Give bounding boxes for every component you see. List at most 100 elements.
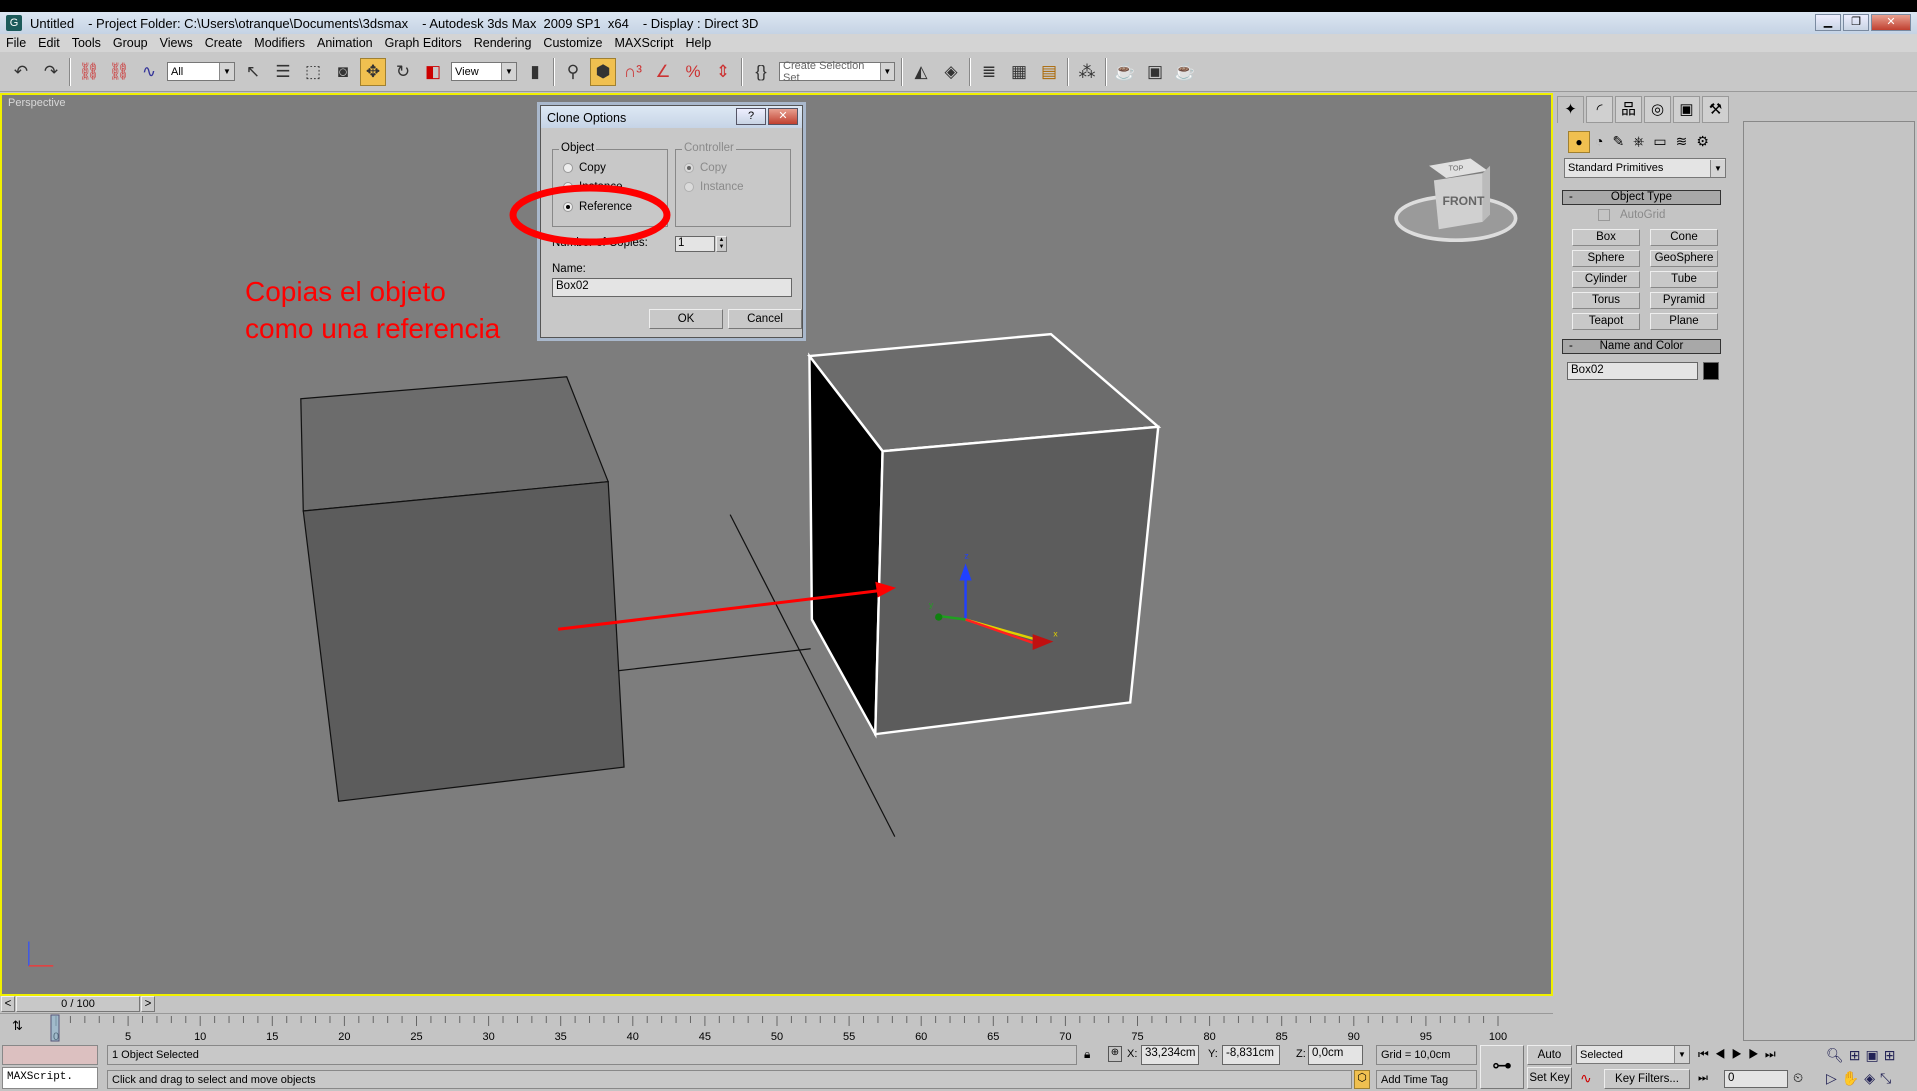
motion-tab-icon[interactable]: ◎: [1644, 96, 1671, 123]
default-tangents-icon[interactable]: ∿: [1580, 1070, 1592, 1087]
z-coordinate-input[interactable]: 0,0cm: [1308, 1045, 1363, 1065]
current-frame-input[interactable]: 0: [1724, 1070, 1788, 1088]
y-coordinate-input[interactable]: -8,831cm: [1222, 1045, 1280, 1065]
torus-button[interactable]: Torus: [1572, 292, 1640, 309]
pyramid-button[interactable]: Pyramid: [1650, 292, 1718, 309]
cancel-button[interactable]: Cancel: [728, 309, 802, 329]
redo-icon[interactable]: ↷: [38, 58, 64, 86]
select-and-scale-icon[interactable]: ◧: [420, 58, 446, 86]
time-slider-prev[interactable]: <: [1, 996, 15, 1012]
tube-button[interactable]: Tube: [1650, 271, 1718, 288]
track-bar[interactable]: ⇅ 05101520253035404550556065707580859095…: [0, 1013, 1553, 1043]
quick-render-icon[interactable]: ☕: [1172, 58, 1198, 86]
copies-input[interactable]: 1: [675, 236, 715, 252]
spinner-snap-icon[interactable]: ⇕: [710, 58, 736, 86]
ok-button[interactable]: OK: [649, 309, 723, 329]
modify-tab-icon[interactable]: ◜: [1586, 96, 1613, 123]
box02-front-face[interactable]: [874, 425, 1160, 736]
select-and-rotate-icon[interactable]: ↻: [390, 58, 416, 86]
set-key-button[interactable]: Set Key: [1527, 1067, 1572, 1089]
object-name-input[interactable]: Box02: [1567, 362, 1698, 380]
utilities-tab-icon[interactable]: ⚒: [1702, 96, 1729, 123]
cone-button[interactable]: Cone: [1650, 229, 1718, 246]
menu-tools[interactable]: Tools: [66, 36, 107, 50]
layer-manager-icon[interactable]: ≣: [976, 58, 1002, 86]
time-slider-next[interactable]: >: [141, 996, 155, 1012]
menu-maxscript[interactable]: MAXScript: [608, 36, 679, 50]
time-configuration-icon[interactable]: ⏲: [1793, 1070, 1803, 1086]
key-mode-dropdown[interactable]: Selected ▼: [1576, 1045, 1690, 1064]
undo-icon[interactable]: ↶: [8, 58, 34, 86]
object-color-swatch[interactable]: [1703, 362, 1719, 380]
category-dropdown[interactable]: Standard Primitives ▼: [1564, 158, 1726, 178]
edit-named-selection-icon[interactable]: {}: [748, 58, 774, 86]
select-and-move-icon[interactable]: ✥: [360, 57, 386, 86]
menu-views[interactable]: Views: [154, 36, 199, 50]
copies-spinner[interactable]: ▲ ▼: [716, 236, 727, 252]
create-tab-icon[interactable]: ✦: [1557, 96, 1584, 123]
viewcube[interactable]: TOP FRONT: [1394, 158, 1518, 243]
close-button[interactable]: ✕: [1871, 14, 1911, 31]
menu-edit[interactable]: Edit: [32, 36, 66, 50]
plane-button[interactable]: Plane: [1650, 313, 1718, 330]
minimize-button[interactable]: ▁: [1815, 14, 1841, 31]
x-coordinate-input[interactable]: 33,234cm: [1141, 1045, 1199, 1065]
absolute-mode-icon[interactable]: ⊕: [1108, 1046, 1122, 1062]
time-tag-icon[interactable]: ⬡: [1354, 1070, 1370, 1089]
select-object-icon[interactable]: ↖: [240, 58, 266, 86]
bind-space-warp-icon[interactable]: ∿: [136, 58, 162, 86]
menu-customize[interactable]: Customize: [537, 36, 608, 50]
window-crossing-icon[interactable]: ◙: [330, 58, 356, 86]
cylinder-button[interactable]: Cylinder: [1572, 271, 1640, 288]
viewport-navigation-controls-2[interactable]: ▷✋◈⤡: [1826, 1070, 1896, 1087]
menu-file[interactable]: File: [0, 36, 32, 50]
selection-filter-dropdown[interactable]: All ▼: [167, 62, 235, 81]
reference-coordinate-dropdown[interactable]: View ▼: [451, 62, 517, 81]
name-input[interactable]: Box02: [552, 278, 792, 297]
mirror-icon[interactable]: ◭: [908, 58, 934, 86]
time-slider-thumb[interactable]: 0 / 100: [16, 996, 140, 1012]
object-type-rollout-header[interactable]: - Object Type: [1562, 190, 1721, 205]
menu-rendering[interactable]: Rendering: [468, 36, 538, 50]
set-key-icon[interactable]: ⊶: [1480, 1045, 1524, 1089]
curve-editor-icon[interactable]: ▦: [1006, 58, 1032, 86]
display-tab-icon[interactable]: ▣: [1673, 96, 1700, 123]
box-button[interactable]: Box: [1572, 229, 1640, 246]
geosphere-button[interactable]: GeoSphere: [1650, 250, 1718, 267]
sphere-button[interactable]: Sphere: [1572, 250, 1640, 267]
object-copy-radio[interactable]: Copy: [563, 162, 606, 174]
add-time-tag-button[interactable]: Add Time Tag: [1376, 1070, 1477, 1089]
menu-animation[interactable]: Animation: [311, 36, 379, 50]
name-color-rollout-header[interactable]: - Name and Color: [1562, 339, 1721, 354]
current-frame-marker[interactable]: [50, 1014, 60, 1042]
pivot-center-icon[interactable]: ▮: [522, 58, 548, 86]
menu-modifiers[interactable]: Modifiers: [248, 36, 311, 50]
maximize-button[interactable]: ❐: [1843, 14, 1869, 31]
unlink-icon[interactable]: ⛓: [106, 58, 132, 86]
link-icon[interactable]: ⛓: [76, 58, 102, 86]
dialog-close-button[interactable]: ✕: [768, 108, 798, 125]
key-mode-toggle-icon[interactable]: ⏭: [1698, 1072, 1708, 1085]
time-slider[interactable]: < 0 / 100 >: [0, 996, 1553, 1013]
help-button[interactable]: ?: [736, 108, 766, 125]
snap-3d-icon[interactable]: ∩³: [620, 58, 646, 86]
key-filters-button[interactable]: Key Filters...: [1604, 1069, 1690, 1089]
hierarchy-tab-icon[interactable]: 品: [1615, 96, 1642, 123]
playback-controls[interactable]: ⏮◀▶▶⏭: [1698, 1047, 1782, 1062]
rectangular-selection-icon[interactable]: ⬚: [300, 58, 326, 86]
menu-graph-editors[interactable]: Graph Editors: [379, 36, 468, 50]
material-editor-icon[interactable]: ⁂: [1074, 58, 1100, 86]
maxscript-listener-input[interactable]: MAXScript.: [2, 1067, 98, 1089]
create-category-icons[interactable]: ◔✎⎈▭≋⚙: [1595, 133, 1718, 150]
auto-key-button[interactable]: Auto Key: [1527, 1045, 1572, 1079]
geometry-icon[interactable]: ●: [1568, 131, 1590, 153]
percent-snap-icon[interactable]: %: [680, 58, 706, 86]
rendered-frame-window-icon[interactable]: ▣: [1142, 58, 1168, 86]
menu-group[interactable]: Group: [107, 36, 154, 50]
named-selection-dropdown[interactable]: Create Selection Set ▼: [779, 60, 895, 84]
keyboard-shortcut-override-icon[interactable]: ⬢: [590, 57, 616, 86]
viewport-navigation-controls[interactable]: 🔍︎⊞▣⊞: [1826, 1047, 1900, 1064]
schematic-view-icon[interactable]: ▤: [1036, 58, 1062, 86]
render-setup-icon[interactable]: ☕: [1112, 58, 1138, 86]
angle-snap-icon[interactable]: ∠: [650, 58, 676, 86]
